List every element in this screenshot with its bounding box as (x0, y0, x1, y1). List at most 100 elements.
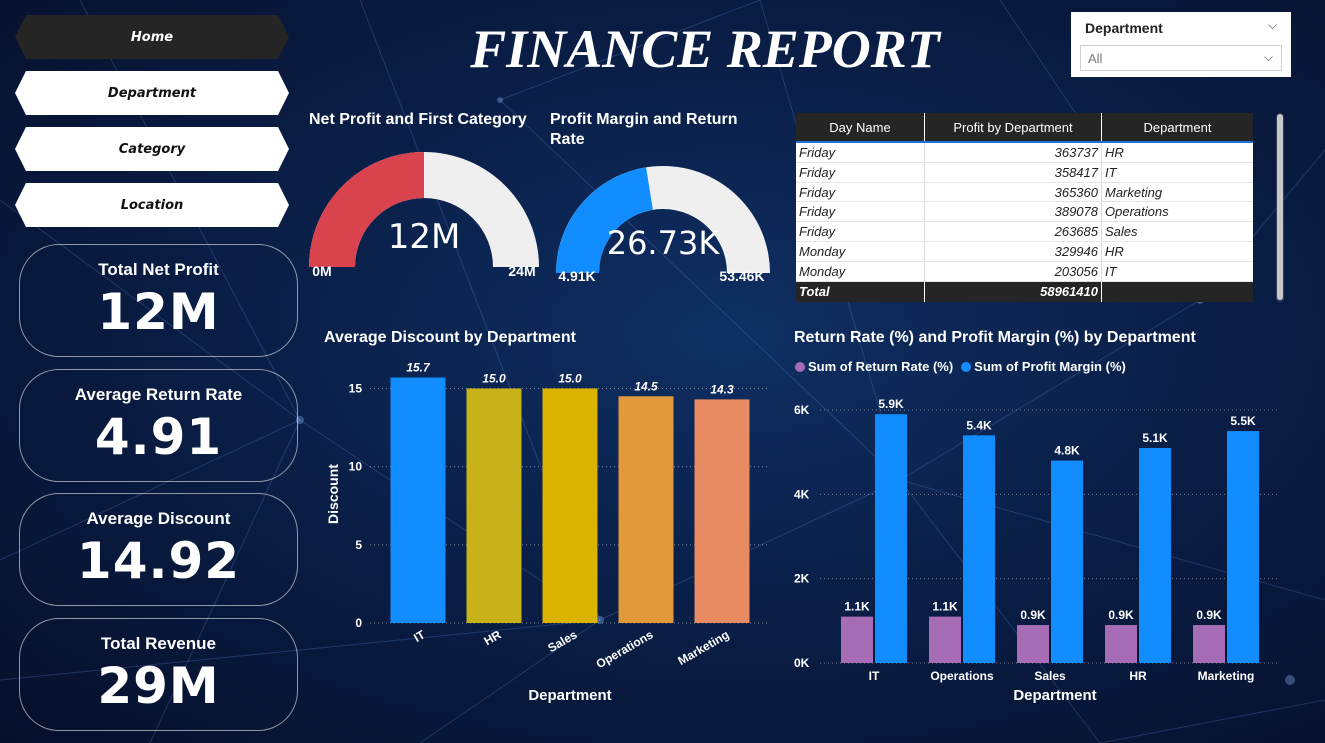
kpi-value: 14.92 (76, 532, 241, 590)
table-cell: Sales (1105, 224, 1138, 240)
table-cell: 329946 (925, 241, 1102, 261)
data-label: 4.8K (1054, 444, 1080, 458)
y-tick-label: 6K (794, 403, 810, 417)
x-axis-label: Department (528, 687, 611, 704)
slicer-dropdown[interactable]: All ⌵ (1080, 45, 1282, 71)
table-total-row: Total 58961410 (796, 281, 1253, 302)
data-label: 5.4K (966, 418, 992, 432)
bar-profit-margin (1051, 460, 1083, 663)
table-scrollbar-thumb[interactable] (1277, 114, 1283, 300)
data-label: 0.9K (1108, 608, 1134, 622)
kpi-average-return-rate: Average Return Rate 4.91 (19, 369, 298, 482)
table-header: Day Name Profit by Department Department (796, 113, 1253, 141)
nav-department-button[interactable]: Department (15, 71, 289, 115)
table-cell: IT (1105, 164, 1117, 180)
kpi-value: 12M (97, 283, 220, 341)
chevron-down-icon[interactable]: ⌵ (1264, 50, 1273, 65)
gauge-max: 53.46K (719, 268, 764, 284)
y-tick-label: 4K (794, 487, 810, 501)
table-cell: 389078 (925, 202, 1102, 222)
table-cell: Operations (1105, 204, 1169, 220)
profit-table: Day Name Profit by Department Department… (796, 113, 1253, 302)
y-tick-label: 10 (349, 460, 363, 474)
legend-label-return-rate[interactable]: Sum of Return Rate (%) (808, 359, 953, 374)
table-cell: 203056 (925, 261, 1102, 281)
kpi-label: Total Revenue (101, 634, 216, 653)
x-tick-label: IT (869, 669, 880, 683)
table-cell: Friday (796, 202, 925, 222)
nav-home-button[interactable]: Home (15, 15, 289, 59)
kpi-total-net-profit: Total Net Profit 12M (19, 244, 298, 357)
nav-location-button[interactable]: Location (15, 183, 289, 227)
data-label: 0.9K (1020, 608, 1046, 622)
data-label: 1.1K (844, 600, 870, 614)
x-tick-label: Marketing (1198, 669, 1255, 683)
data-label: 14.3 (710, 382, 734, 396)
table-cell: HR (1105, 145, 1124, 160)
data-label: 0.9K (1196, 608, 1222, 622)
x-axis-label: Department (1013, 687, 1096, 704)
table-cell: Friday (796, 182, 925, 202)
chart-legend: Sum of Return Rate (%) Sum of Profit Mar… (795, 359, 1126, 374)
table-row: Friday 363737 HR (796, 143, 1253, 163)
bar-return-rate (841, 616, 873, 663)
table-row: Friday 365360 Marketing (796, 182, 1253, 203)
table-row: Monday 203056 IT (796, 261, 1253, 282)
table-cell: 358417 (925, 162, 1102, 182)
table-total-label: Total (796, 281, 925, 302)
kpi-label: Average Return Rate (74, 385, 243, 404)
y-axis-label: Discount (325, 464, 341, 524)
gauge-value: 26.73K (607, 224, 721, 262)
kpi-label: Average Discount (86, 509, 231, 528)
x-tick-label: Operations (930, 669, 994, 683)
chevron-down-icon[interactable]: ⌵ (1268, 18, 1277, 33)
x-tick-label: Sales (545, 627, 579, 655)
kpi-value: 29M (97, 657, 220, 715)
table-cell: Monday (796, 261, 925, 281)
table-body: Friday 363737 HR Friday 358417 IT Friday… (796, 141, 1253, 282)
data-label: 5.9K (878, 397, 904, 411)
chart-title-discount: Average Discount by Department (324, 329, 576, 346)
bar-profit-margin (875, 414, 907, 663)
table-header-cell[interactable]: Day Name (796, 113, 925, 141)
gauge-title-net-profit: Net Profit and First Category (309, 111, 527, 128)
data-label: 1.1K (932, 600, 958, 614)
gauge-min: 0M (312, 263, 331, 279)
bar (390, 377, 446, 623)
table-cell: 263685 (925, 222, 1102, 241)
table-cell: HR (1105, 243, 1124, 259)
x-tick-label: HR (1129, 669, 1147, 683)
x-tick-label: Sales (1034, 669, 1066, 683)
x-tick-label: HR (481, 627, 503, 648)
x-tick-label: Operations (594, 627, 656, 671)
department-slicer[interactable]: Department ⌵ All ⌵ (1071, 12, 1291, 77)
slicer-label: Department (1085, 20, 1163, 36)
table-header-cell[interactable]: Profit by Department (925, 113, 1102, 141)
bar-return-rate (1105, 625, 1137, 663)
table-row: Friday 263685 Sales (796, 222, 1253, 242)
table-total-cell (1102, 282, 1253, 302)
kpi-value: 4.91 (94, 408, 223, 466)
data-label: 15.0 (558, 371, 582, 385)
data-label: 5.1K (1142, 431, 1168, 445)
gauges-svg: 12M 0M 24M 26.73K 4.91K 53.46K (309, 152, 770, 284)
bar-return-rate (929, 616, 961, 663)
chart-title-return-profit: Return Rate (%) and Profit Margin (%) by… (794, 329, 1196, 346)
kpi-average-discount: Average Discount 14.92 (19, 493, 298, 606)
table-cell: 365360 (925, 182, 1102, 202)
page-title: FINANCE REPORT (470, 19, 940, 79)
nav-category-button[interactable]: Category (15, 127, 289, 171)
bar (466, 388, 522, 623)
table-cell: Monday (796, 241, 925, 261)
kpi-total-revenue: Total Revenue 29M (19, 618, 298, 731)
table-header-cell[interactable]: Department (1102, 113, 1253, 141)
table-total-value: 58961410 (925, 281, 1102, 302)
data-label: 15.0 (482, 371, 506, 385)
gauge-max: 24M (508, 263, 535, 279)
legend-label-profit-margin[interactable]: Sum of Profit Margin (%) (974, 359, 1126, 374)
table-cell: Friday (796, 143, 925, 162)
x-tick-label: IT (411, 627, 428, 645)
table-cell: IT (1105, 263, 1117, 279)
legend-dot-profit-margin (961, 361, 972, 372)
data-label: 14.5 (634, 379, 658, 393)
